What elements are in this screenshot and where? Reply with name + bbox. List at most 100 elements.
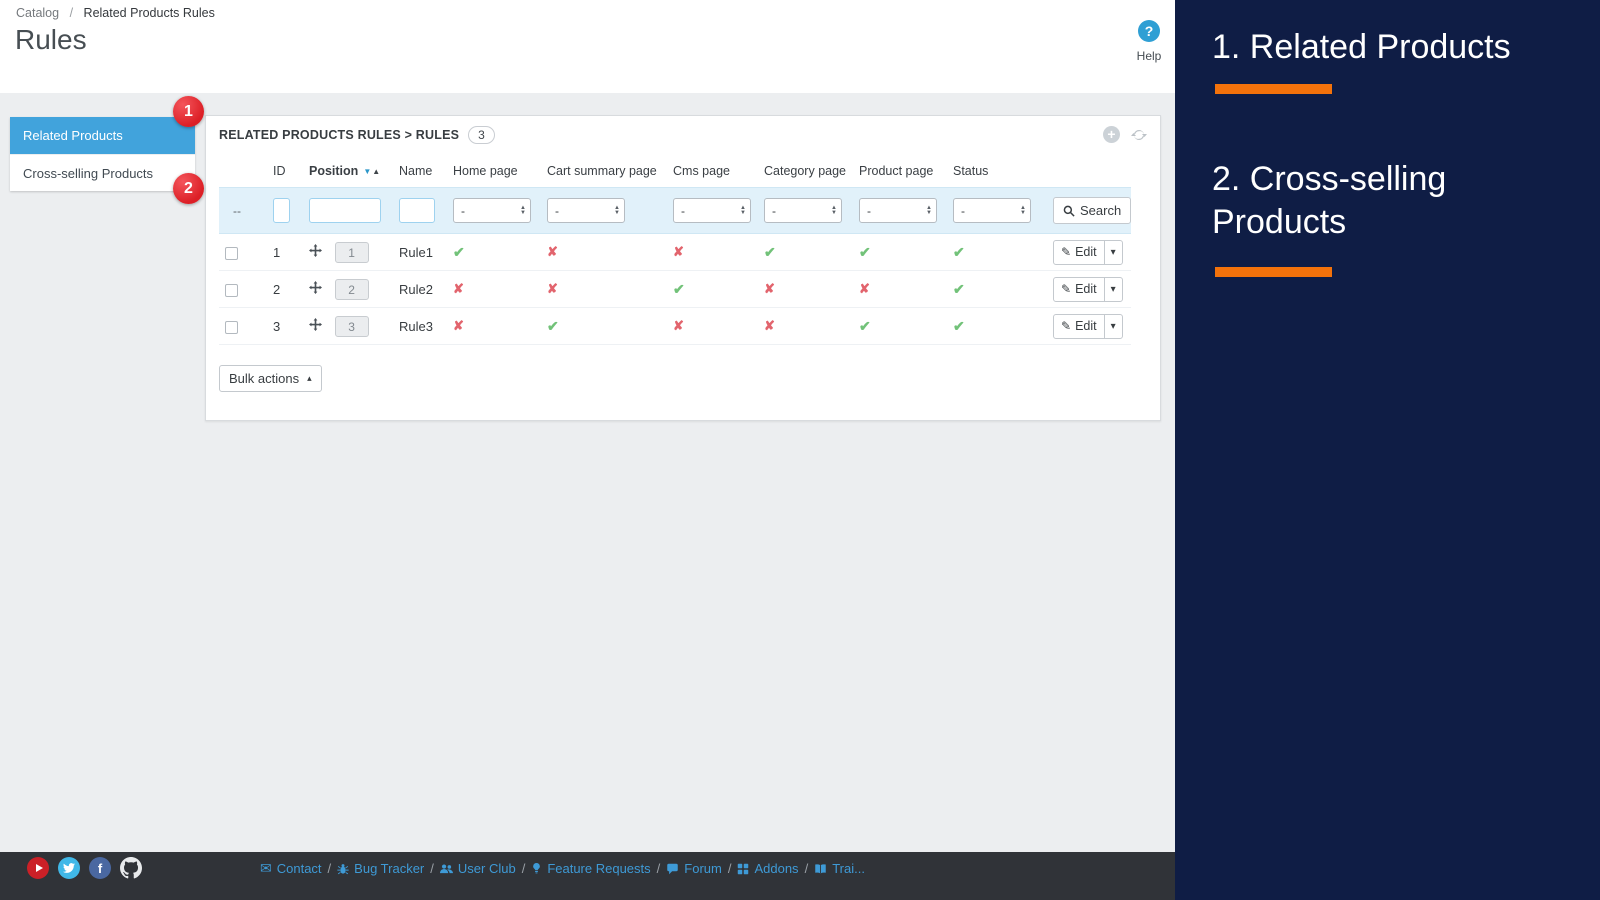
rules-table: ID Position ▼▲ Name Home page Cart summar… — [219, 155, 1132, 345]
footer-link-contact[interactable]: ✉ Contact — [260, 860, 322, 877]
help-label: Help — [1136, 49, 1162, 63]
annotation-sidebar: 1. Related Products 2. Cross-selling Pro… — [1175, 0, 1600, 900]
twitter-icon[interactable] — [58, 857, 80, 879]
filter-cart-summary-select[interactable]: - ▲ ▼ — [547, 198, 625, 223]
cell-home-page-flag: ✘ — [447, 270, 541, 308]
row-checkbox[interactable] — [225, 320, 238, 334]
cell-name: Rule3 — [393, 307, 447, 345]
pencil-icon: ✎ — [1061, 319, 1072, 333]
filter-status-select[interactable]: - ▲ ▼ — [953, 198, 1031, 223]
breadcrumb-separator: / — [69, 6, 74, 20]
filter-position-input[interactable] — [309, 198, 381, 223]
cell-home-page-flag: ✔ — [447, 233, 541, 271]
panel-header: RELATED PRODUCTS RULES > RULES 3 + — [206, 116, 1160, 153]
drag-handle-icon[interactable] — [309, 318, 322, 334]
cell-product-page-flag: ✘ — [853, 270, 947, 308]
edit-dropdown-caret[interactable]: ▾ — [1103, 240, 1122, 264]
search-icon — [1063, 205, 1075, 217]
cell-cart-summary-flag: ✔ — [541, 307, 667, 345]
col-home-page: Home page — [453, 164, 518, 178]
footer-link-bug-tracker[interactable]: Bug Tracker — [337, 861, 424, 876]
drag-handle-icon[interactable] — [309, 244, 322, 260]
footer-link-user-club[interactable]: User Club — [439, 861, 516, 876]
footer-link-addons[interactable]: Addons — [737, 861, 799, 876]
col-cms-page: Cms page — [673, 164, 730, 178]
screenshot-stage: Catalog / Related Products Rules Rules ?… — [0, 0, 1600, 900]
cell-name: Rule2 — [393, 270, 447, 308]
add-new-icon[interactable]: + — [1103, 126, 1120, 143]
youtube-icon[interactable] — [27, 857, 49, 879]
filter-product-page-select[interactable]: - ▲ ▼ — [859, 198, 937, 223]
select-stepper-icon: ▲ ▼ — [926, 204, 932, 216]
cell-status-flag[interactable]: ✔ — [947, 270, 1047, 308]
edit-button[interactable]: ✎ Edit — [1054, 315, 1104, 338]
sort-desc-icon[interactable]: ▼ — [363, 167, 371, 176]
edit-button[interactable]: ✎ Edit — [1054, 241, 1104, 264]
cell-category-page-flag: ✘ — [758, 307, 853, 345]
bulk-actions-button[interactable]: Bulk actions ▴ — [219, 365, 322, 392]
cell-cms-page-flag: ✘ — [667, 307, 758, 345]
position-badge: 1 — [334, 241, 369, 263]
help-icon[interactable]: ? — [1138, 20, 1160, 42]
select-stepper-icon: ▲ ▼ — [740, 204, 746, 216]
col-id: ID — [273, 164, 286, 178]
col-actions — [1047, 155, 1131, 188]
col-position[interactable]: Position ▼▲ — [303, 155, 393, 188]
rules-panel: RELATED PRODUCTS RULES > RULES 3 + ID Po… — [205, 115, 1161, 421]
breadcrumb-parent[interactable]: Catalog — [16, 6, 59, 20]
filter-id-input[interactable] — [273, 198, 290, 223]
cell-category-page-flag: ✘ — [758, 270, 853, 308]
tab-related-products[interactable]: Related Products — [10, 117, 195, 154]
footer-link-feature-requests[interactable]: Feature Requests — [531, 861, 651, 876]
filter-row: -- - ▲ ▼ - ▲ ▼ - ▲ ▼ - ▲ ▼ - ▲ ▼ - ▲ ▼ Search — [219, 187, 1132, 234]
col-product-page: Product page — [859, 164, 934, 178]
cell-name: Rule1 — [393, 233, 447, 271]
annotation-badge-1: 1 — [173, 96, 204, 127]
filter-name-input[interactable] — [399, 198, 435, 223]
footer-link-forum[interactable]: Forum — [666, 861, 722, 876]
refresh-icon[interactable] — [1131, 127, 1147, 143]
select-stepper-icon: ▲ ▼ — [831, 204, 837, 216]
cell-cms-page-flag: ✔ — [667, 270, 758, 308]
cell-status-flag[interactable]: ✔ — [947, 233, 1047, 271]
row-checkbox[interactable] — [225, 246, 238, 260]
filter-cms-page-select[interactable]: - ▲ ▼ — [673, 198, 751, 223]
cell-cart-summary-flag: ✘ — [541, 233, 667, 271]
cell-status-flag[interactable]: ✔ — [947, 307, 1047, 345]
drag-handle-icon[interactable] — [309, 281, 322, 297]
filter-category-page-select[interactable]: - ▲ ▼ — [764, 198, 842, 223]
col-checkbox — [219, 155, 267, 188]
envelope-icon: ✉ — [260, 860, 272, 876]
annotation-title-1: 1. Related Products — [1212, 28, 1511, 66]
bug-icon — [337, 863, 349, 874]
table-header-row: ID Position ▼▲ Name Home page Cart summar… — [219, 155, 1131, 188]
row-checkbox[interactable] — [225, 283, 238, 297]
github-icon[interactable] — [120, 857, 142, 879]
tab-cross-selling-products[interactable]: Cross-selling Products — [10, 154, 195, 191]
cell-product-page-flag: ✔ — [853, 307, 947, 345]
social-links: f — [27, 857, 142, 879]
table-row: 1 1 Rule1 ✔ ✘ ✘ ✔ ✔ ✔ ✎ Edit ▾ — [219, 233, 1131, 271]
breadcrumb: Catalog / Related Products Rules — [16, 6, 215, 20]
table-row: 2 2 Rule2 ✘ ✘ ✔ ✘ ✘ ✔ ✎ Edit ▾ — [219, 270, 1131, 308]
annotation-badge-2: 2 — [173, 173, 204, 204]
edit-dropdown-caret[interactable]: ▾ — [1103, 277, 1122, 301]
orange-underline-bar — [1215, 267, 1332, 277]
help-button[interactable]: ? Help — [1127, 20, 1171, 63]
footer-link-training[interactable]: Trai... — [814, 861, 865, 876]
filter-home-page-select[interactable]: - ▲ ▼ — [453, 198, 531, 223]
table-row: 3 3 Rule3 ✘ ✔ ✘ ✘ ✔ ✔ ✎ Edit ▾ — [219, 307, 1131, 345]
edit-dropdown-caret[interactable]: ▾ — [1103, 314, 1122, 338]
facebook-icon[interactable]: f — [89, 857, 111, 879]
rules-type-tabs: Related Products Cross-selling Products — [10, 117, 195, 191]
book-icon — [815, 863, 826, 873]
edit-button[interactable]: ✎ Edit — [1054, 278, 1104, 301]
cell-id: 3 — [267, 307, 303, 345]
annotation-title-2: 2. Cross-selling Products — [1212, 160, 1447, 241]
page-header: Catalog / Related Products Rules Rules ?… — [0, 0, 1175, 93]
page-title: Rules — [15, 24, 87, 55]
lightbulb-icon — [533, 863, 541, 874]
cell-home-page-flag: ✘ — [447, 307, 541, 345]
sort-asc-icon[interactable]: ▲ — [372, 167, 380, 176]
search-button[interactable]: Search — [1053, 197, 1132, 224]
